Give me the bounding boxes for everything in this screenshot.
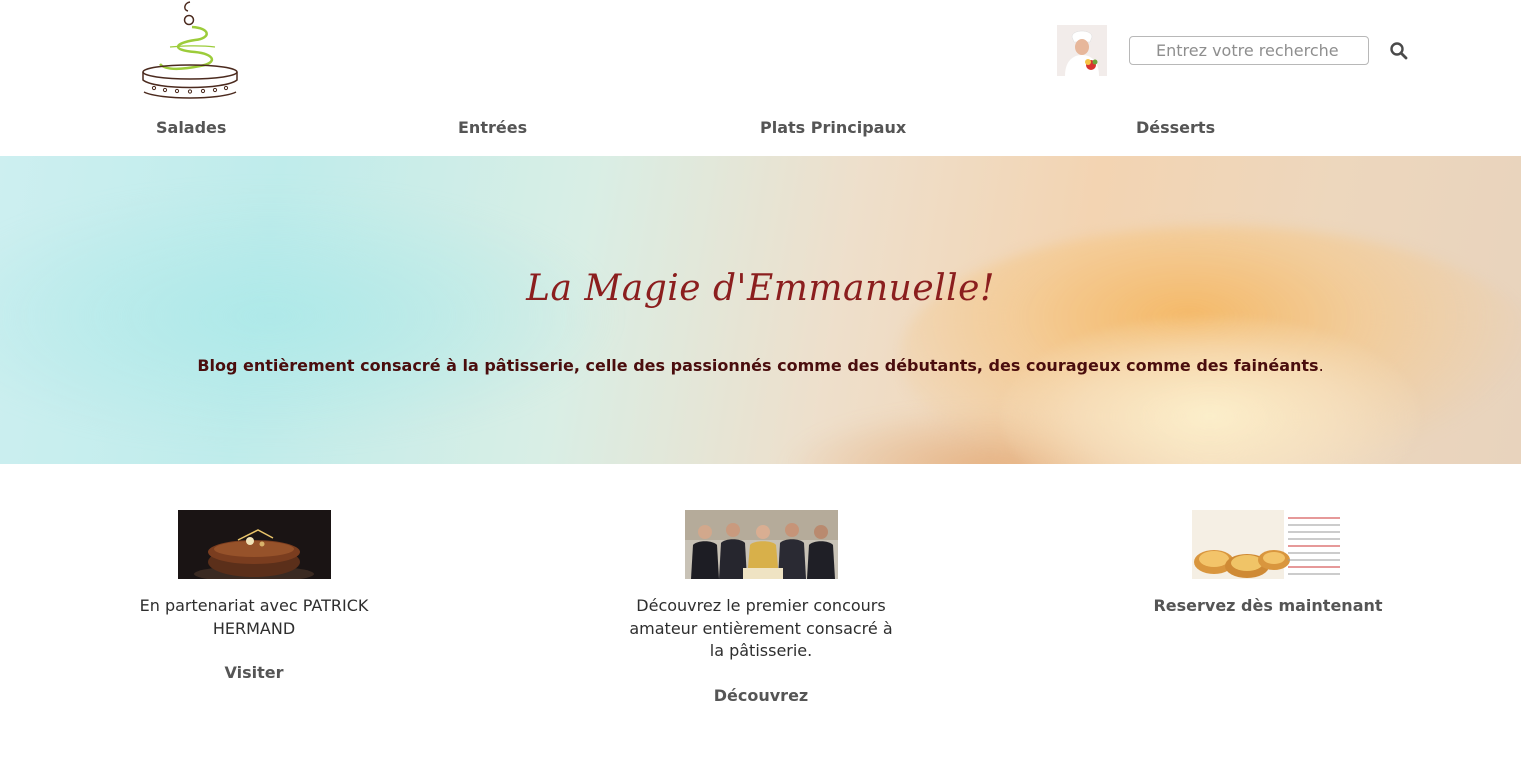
site-logo[interactable] <box>140 0 240 100</box>
main-nav: Salades Entrées Plats Principaux Déssert… <box>0 118 1521 140</box>
card-concours: Découvrez le premier concours amateur en… <box>622 510 900 705</box>
chef-avatar-icon <box>1057 25 1107 76</box>
reserve-link[interactable]: Reservez dès maintenant <box>1138 595 1398 618</box>
chocolate-cake-image-icon <box>177 510 331 579</box>
search-icon <box>1390 42 1408 60</box>
hero-description-end: . <box>1318 356 1324 375</box>
hero-title: La Magie d'Emmanuelle! <box>526 268 995 309</box>
search-button[interactable] <box>1389 41 1409 61</box>
nav-item-salades[interactable]: Salades <box>156 118 226 137</box>
chocolate-cake-image[interactable] <box>177 510 331 579</box>
nav-item-desserts[interactable]: Désserts <box>1136 118 1215 137</box>
hero-description-text: Blog entièrement consacré à la pâtisseri… <box>197 356 1319 375</box>
hero-description: Blog entièrement consacré à la pâtisseri… <box>0 356 1521 375</box>
search-input[interactable] <box>1129 36 1369 65</box>
contest-jury-image-icon <box>684 510 838 579</box>
discover-link[interactable]: Découvrez <box>622 686 900 705</box>
cake-logo-icon <box>142 1 238 99</box>
card-text: Découvrez le premier concours amateur en… <box>629 596 893 660</box>
portugal-paris-image[interactable] <box>1191 510 1345 579</box>
nav-item-entrees[interactable]: Entrées <box>458 118 527 137</box>
visit-link[interactable]: Visiter <box>120 663 388 682</box>
portugal-paris-image-icon <box>1191 510 1345 579</box>
chef-avatar[interactable] <box>1057 25 1107 76</box>
card-text: En partenariat avec PATRICK HERMAND <box>139 596 369 638</box>
hero-banner <box>0 156 1521 464</box>
contest-jury-image[interactable] <box>684 510 838 579</box>
hero-background-shape <box>0 186 620 446</box>
card-portugal-paris: Reservez dès maintenant <box>1138 510 1398 618</box>
nav-item-plats-principaux[interactable]: Plats Principaux <box>760 118 906 137</box>
card-patrick-hermand: En partenariat avec PATRICK HERMAND Visi… <box>120 510 388 682</box>
